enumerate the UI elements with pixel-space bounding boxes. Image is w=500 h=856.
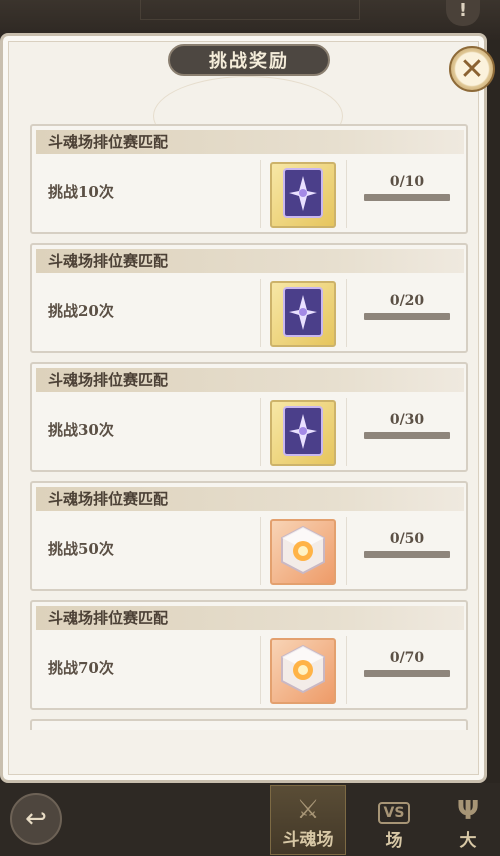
trident-icon: Ψ	[456, 796, 480, 826]
task-card: 斗魂场排位赛匹配挑战20次 0/20	[30, 243, 468, 353]
column-divider	[260, 398, 261, 466]
task-description: 挑战20次	[48, 302, 114, 320]
task-category: 斗魂场排位赛匹配	[36, 368, 464, 392]
task-card	[30, 719, 468, 730]
reward-item[interactable]	[270, 400, 336, 466]
reward-item[interactable]	[270, 281, 336, 347]
progress-bar	[364, 194, 450, 201]
progress-bar	[364, 432, 450, 439]
task-category: 斗魂场排位赛匹配	[36, 487, 464, 511]
column-divider	[346, 279, 347, 347]
column-divider	[346, 636, 347, 704]
nav-item-douhunchang[interactable]: ⚔ 斗魂场	[270, 785, 346, 855]
soul-card-icon	[281, 166, 325, 224]
progress-text: 0/70	[389, 650, 425, 666]
column-divider	[260, 636, 261, 704]
progress-text: 0/20	[389, 293, 425, 309]
progress-bar	[364, 313, 450, 320]
crystal-cube-icon	[276, 523, 330, 581]
crystal-cube-icon	[276, 642, 330, 700]
column-divider	[260, 279, 261, 347]
crossed-swords-icon: ⚔	[296, 795, 320, 825]
task-description: 挑战70次	[48, 659, 114, 677]
nav-item-label: 斗魂场	[282, 830, 334, 850]
nav-item-label: 场	[385, 831, 403, 851]
column-divider	[260, 517, 261, 585]
task-card: 斗魂场排位赛匹配挑战70次 0/70	[30, 600, 468, 710]
task-card: 斗魂场排位赛匹配挑战10次 0/10	[30, 124, 468, 234]
reward-item[interactable]	[270, 638, 336, 704]
close-button[interactable]: ✕	[449, 46, 495, 92]
reward-item[interactable]	[270, 519, 336, 585]
top-tab-decoration	[140, 0, 360, 20]
task-category: 斗魂场排位赛匹配	[36, 130, 464, 154]
nav-item-vs[interactable]: VS 场	[356, 785, 432, 855]
vs-icon: VS	[377, 802, 411, 824]
progress-text: 0/30	[389, 412, 425, 428]
progress-text: 0/50	[389, 531, 425, 547]
bottom-nav: ↩ ⚔ 斗魂场 VS 场 Ψ 大	[0, 783, 500, 856]
nav-item-label: 大	[459, 831, 477, 851]
task-list[interactable]: 斗魂场排位赛匹配 挑战10次 0/10 斗魂场排位赛匹配 挑战20次 0/20 斗魂场排位赛…	[30, 124, 468, 730]
panel-title: 挑战奖励	[168, 44, 330, 76]
column-divider	[260, 160, 261, 228]
column-divider	[346, 160, 347, 228]
reward-item[interactable]	[270, 162, 336, 228]
task-description: 挑战50次	[48, 540, 114, 558]
back-arrow-icon: ↩	[25, 804, 47, 834]
soul-card-icon	[281, 404, 325, 462]
task-card: 斗魂场排位赛匹配挑战50次 0/50	[30, 481, 468, 591]
column-divider	[346, 398, 347, 466]
task-description: 挑战10次	[48, 183, 114, 201]
soul-card-icon	[281, 285, 325, 343]
nav-item-trident[interactable]: Ψ 大	[430, 785, 500, 855]
task-card: 斗魂场排位赛匹配挑战30次 0/30	[30, 362, 468, 472]
task-category: 斗魂场排位赛匹配	[36, 249, 464, 273]
task-description: 挑战30次	[48, 421, 114, 439]
progress-text: 0/10	[389, 174, 425, 190]
column-divider	[346, 517, 347, 585]
progress-bar	[364, 670, 450, 677]
back-button[interactable]: ↩	[10, 793, 62, 845]
task-category: 斗魂场排位赛匹配	[36, 606, 464, 630]
progress-bar	[364, 551, 450, 558]
